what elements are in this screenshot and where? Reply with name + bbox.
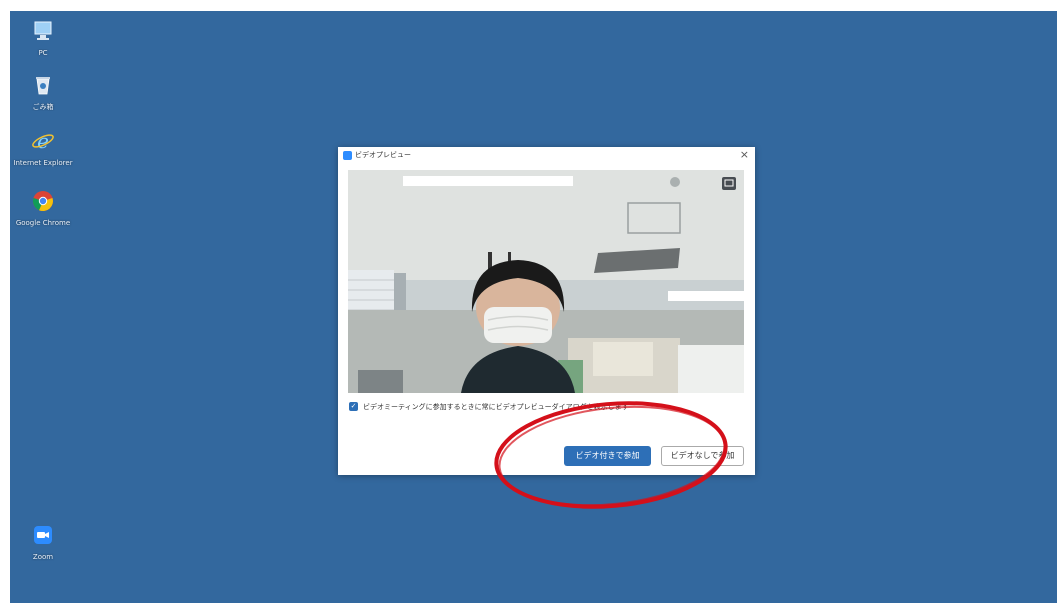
desktop-icon-label: Google Chrome xyxy=(15,219,71,227)
join-with-video-button[interactable]: ビデオ付きで参加 xyxy=(564,446,651,466)
desktop-icon-recycle-bin[interactable]: ごみ箱 xyxy=(10,73,76,111)
zoom-app-icon xyxy=(343,151,352,160)
join-without-video-button[interactable]: ビデオなしで参加 xyxy=(661,446,744,466)
desktop-icon-zoom[interactable]: Zoom xyxy=(10,523,76,561)
svg-text:e: e xyxy=(37,129,49,153)
close-icon[interactable]: × xyxy=(740,148,749,161)
camera-preview xyxy=(348,170,744,393)
video-preview-dialog: ビデオプレビュー × ✓ ビデオミーティングに参加するときに常にビデオプレビュー… xyxy=(338,147,755,475)
desktop-icon-label: Zoom xyxy=(32,553,54,561)
desktop-icon-label: PC xyxy=(38,49,48,57)
dialog-titlebar: ビデオプレビュー × xyxy=(338,147,755,165)
desktop-icon-label: Internet Explorer xyxy=(13,159,73,167)
desktop-icon-google-chrome[interactable]: Google Chrome xyxy=(10,189,76,227)
internet-explorer-icon: e xyxy=(32,129,54,153)
desktop-icon-label: ごみ箱 xyxy=(32,103,54,111)
dialog-title: ビデオプレビュー xyxy=(355,151,411,159)
computer-icon xyxy=(34,21,52,40)
preview-checkbox[interactable]: ✓ xyxy=(349,402,358,411)
zoom-icon xyxy=(34,526,52,544)
camera-preview-image xyxy=(348,170,744,393)
desktop-icon-pc[interactable]: PC xyxy=(10,19,76,57)
recycle-bin-icon xyxy=(36,77,50,95)
preview-checkbox-label: ビデオミーティングに参加するときに常にビデオプレビューダイアログを表示します xyxy=(363,403,629,411)
chrome-icon xyxy=(33,191,53,212)
desktop-icon-internet-explorer[interactable]: e Internet Explorer xyxy=(10,129,76,167)
